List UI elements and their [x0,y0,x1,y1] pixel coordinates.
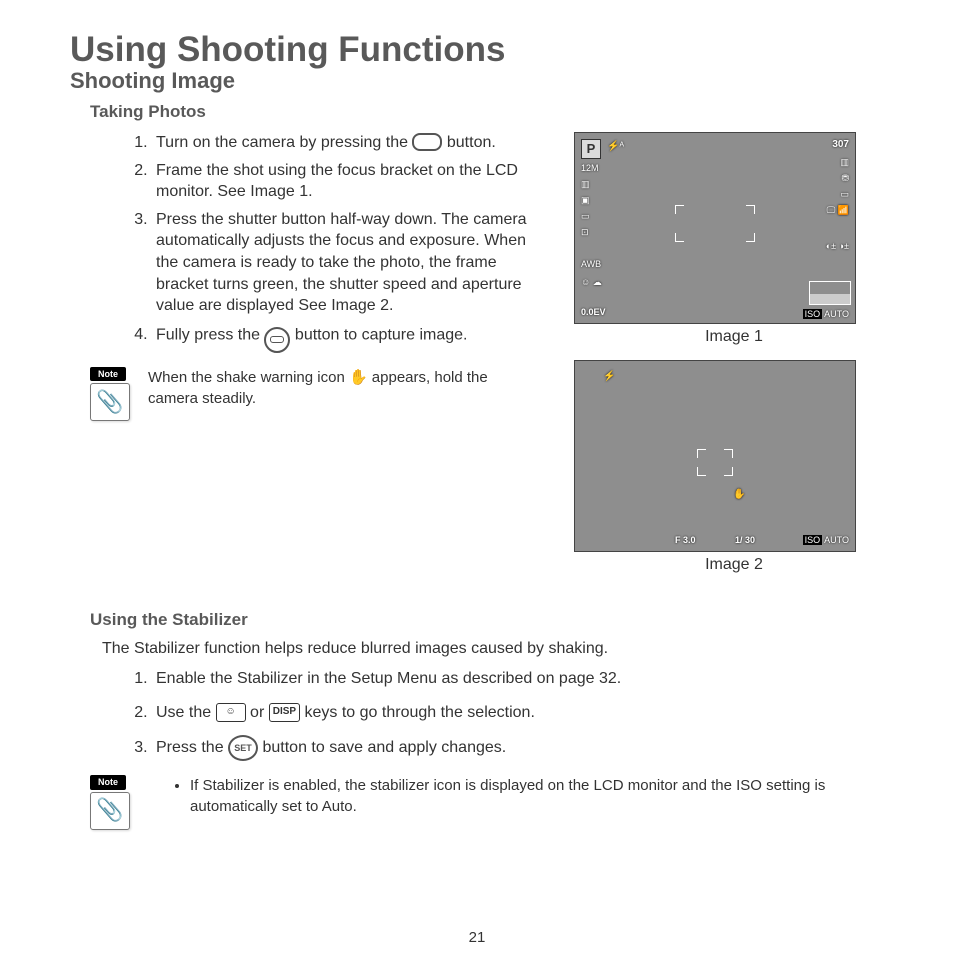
stabilizer-steps: Enable the Stabilizer in the Setup Menu … [50,668,904,761]
focus-bracket-bl [697,467,706,476]
shake-warning-icon: ✋ [733,489,745,500]
manual-page: Using Shooting Functions Shooting Image … [0,0,954,954]
ev-value: 0.0EV [581,307,606,317]
intro-text: The Stabilizer function helps reduce blu… [102,640,904,658]
image1-caption: Image 1 [574,328,894,346]
sharpness-icon: ◐± ◑± [826,241,849,251]
shots-remaining: 307 [832,139,849,150]
flash-icon: ⚡ᴬ [607,141,624,152]
focus-bracket-tr [746,205,755,214]
paperclip-icon: 📎 [90,792,130,830]
focus-mode-icon: ⊡ [581,227,589,238]
subsection-heading: Using the Stabilizer [90,610,904,630]
drive-icon: 🖵 📶 [827,205,849,216]
face-detect-icon: ☺ ☁ [581,277,602,288]
step-3: Press the shutter button half-way down. … [152,209,540,317]
subsection-heading: Taking Photos [90,102,904,122]
image-size: 12M [581,163,599,173]
focus-bracket-br [746,233,755,242]
iso-readout: ISO AUTO [803,535,849,545]
focus-bracket-tr [724,449,733,458]
section-heading: Shooting Image [70,68,904,94]
step-2: Frame the shot using the focus bracket o… [152,160,540,203]
histogram [809,281,851,305]
shutter-button-icon [264,327,290,353]
metering-icon: ▣ [581,195,590,206]
mode-indicator: P [581,139,601,159]
focus-bracket-br [724,467,733,476]
power-button-icon [412,133,442,151]
note-icon: Note 📎 [90,367,130,422]
focus-bracket-tl [697,449,706,458]
flash-icon: ⚡ [603,371,615,382]
step-2: Use the ☺ or DISP keys to go through the… [152,702,904,724]
note-block: Note 📎 When the shake warning icon ✋ app… [90,367,540,422]
note-block: Note 📎 If Stabilizer is enabled, the sta… [90,775,904,830]
step-4: Fully press the button to capture image. [152,323,540,349]
macro-key-icon: ☺ [216,703,246,722]
frame-icon: ▭ [840,189,849,200]
card-icon: ⛃ [841,173,849,184]
step-1: Turn on the camera by pressing the butto… [152,132,540,154]
battery-icon: ▥ [840,157,849,168]
page-number: 21 [0,929,954,946]
note-text: If Stabilizer is enabled, the stabilizer… [190,775,904,817]
iso-readout: ISO AUTO [803,309,849,319]
aperture-value: F 3.0 [675,535,696,545]
note-icon: Note 📎 [90,775,130,830]
lcd-preview-2: ⚡ ✋ F 3.0 1/ 30 ISO AUTO [574,360,856,552]
shutter-value: 1/ 30 [735,535,755,545]
af-area-icon: ▭ [581,211,590,222]
paperclip-icon: 📎 [90,383,130,421]
focus-bracket-bl [675,233,684,242]
step-1: Enable the Stabilizer in the Setup Menu … [152,668,904,690]
awb-label: AWB [581,259,601,269]
focus-bracket-tl [675,205,684,214]
quality-icon: ▥ [581,179,590,190]
image2-caption: Image 2 [574,556,894,574]
shake-warning-icon: ✋ [349,369,368,386]
step-3: Press the SET button to save and apply c… [152,735,904,761]
note-text: When the shake warning icon ✋ appears, h… [148,367,540,409]
lcd-preview-1: P ⚡ᴬ 307 12M ▥ ▣ ▭ ⊡ AWB ☺ ☁ 0.0EV ▥ ⛃ ▭… [574,132,856,324]
page-title: Using Shooting Functions [70,30,904,70]
disp-key-icon: DISP [269,703,300,722]
set-button-icon: SET [228,735,258,761]
taking-photos-steps: Turn on the camera by pressing the butto… [110,132,540,349]
